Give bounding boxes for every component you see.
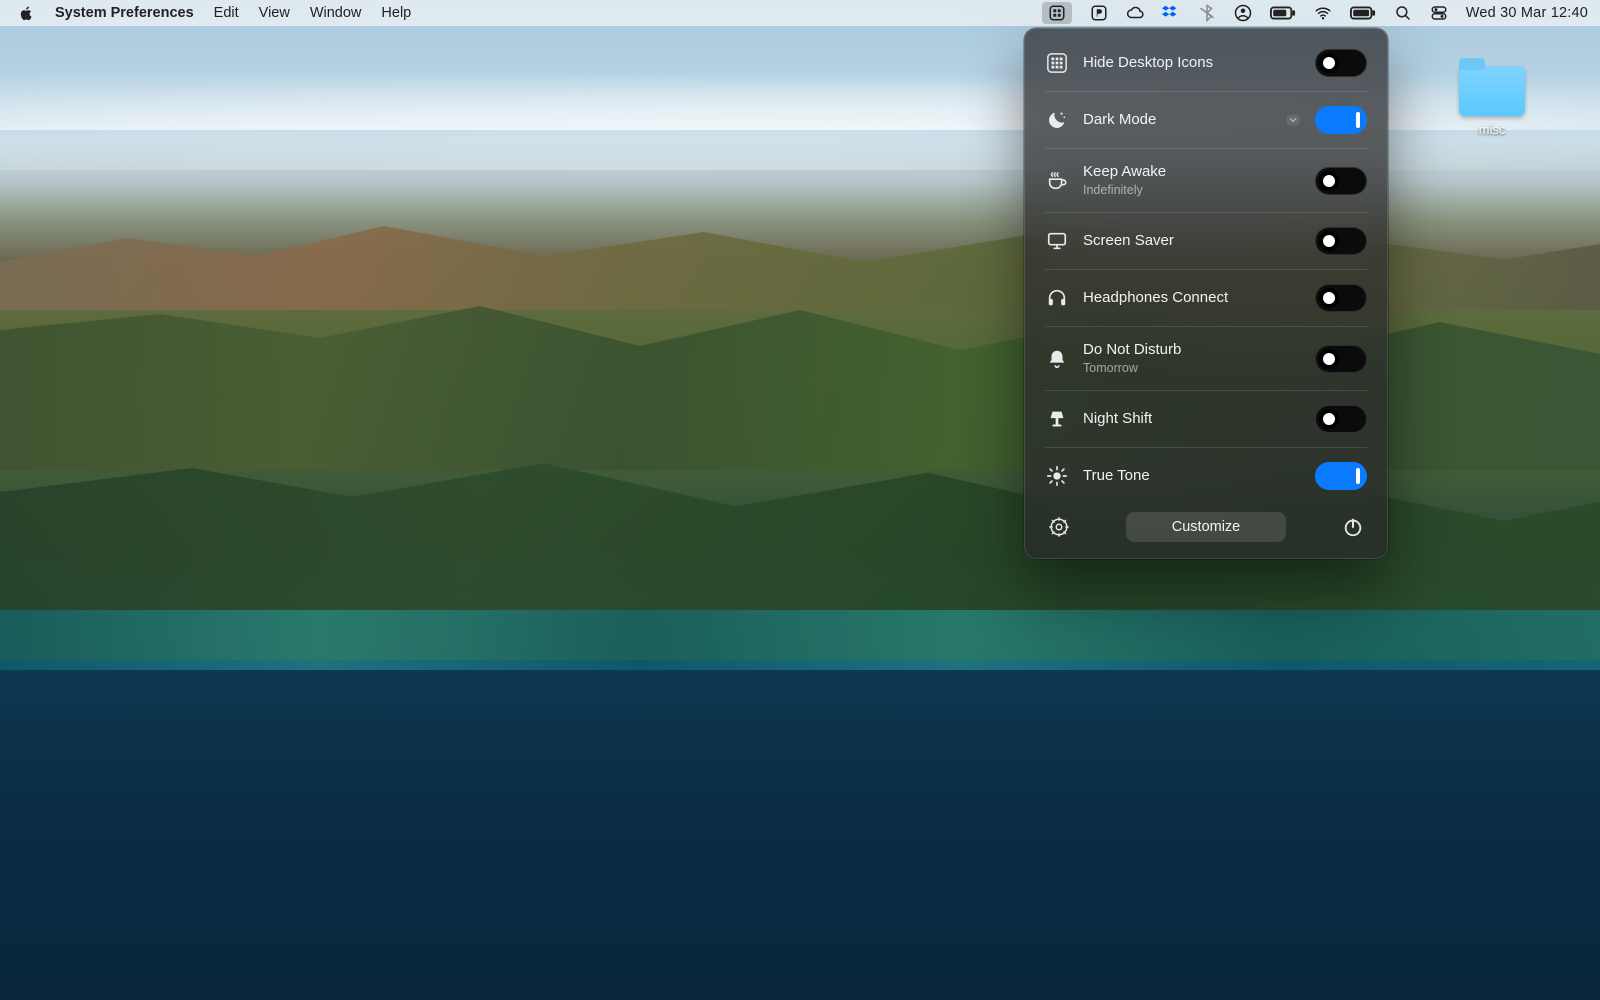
toggle-do-not-disturb[interactable] [1315,345,1367,373]
chevron-down-icon[interactable] [1285,112,1301,128]
menubar: System Preferences Edit View Window Help [0,0,1600,26]
row-label: Hide Desktop Icons [1083,54,1301,72]
status-user-icon[interactable] [1234,0,1252,26]
status-battery-menu-icon[interactable] [1270,0,1296,26]
folder-icon [1459,66,1525,116]
row-sublabel: Tomorrow [1083,361,1301,376]
toggle-headphones-connect[interactable] [1315,284,1367,312]
status-cloud-icon[interactable] [1126,0,1144,26]
row-sublabel: Indefinitely [1083,183,1301,198]
toggle-hide-desktop-icons[interactable] [1315,49,1367,77]
row-hide-desktop-icons[interactable]: Hide Desktop Icons [1025,35,1387,91]
grid-icon [1045,52,1069,74]
bell-icon [1045,348,1069,370]
row-keep-awake[interactable]: Keep Awake Indefinitely [1025,149,1387,212]
toggle-screen-saver[interactable] [1315,227,1367,255]
menubar-clock[interactable]: Wed 30 Mar 12:40 [1466,0,1588,26]
panel-settings-button[interactable] [1045,516,1073,538]
status-dropbox-icon[interactable] [1162,0,1180,26]
headphones-icon [1045,287,1069,309]
row-true-tone[interactable]: True Tone [1025,448,1387,504]
status-panel-app-icon[interactable] [1042,2,1072,24]
toggle-night-shift[interactable] [1315,405,1367,433]
row-label: Screen Saver [1083,232,1301,250]
status-battery-icon[interactable] [1350,0,1376,26]
toggle-dark-mode[interactable] [1315,106,1367,134]
row-night-shift[interactable]: Night Shift [1025,391,1387,447]
coffee-icon [1045,170,1069,192]
menu-app-name[interactable]: System Preferences [55,5,194,21]
menu-edit[interactable]: Edit [214,5,239,21]
status-wifi-icon[interactable] [1314,0,1332,26]
row-label: Dark Mode [1083,111,1271,129]
customize-button[interactable]: Customize [1126,512,1286,542]
row-dark-mode[interactable]: Dark Mode [1025,92,1387,148]
row-headphones-connect[interactable]: Headphones Connect [1025,270,1387,326]
monitor-icon [1045,230,1069,252]
desktop[interactable]: System Preferences Edit View Window Help [0,0,1600,1000]
desktop-folder-label: misc [1448,122,1536,137]
moon-icon [1045,109,1069,131]
row-label: Night Shift [1083,410,1301,428]
row-label: Headphones Connect [1083,289,1301,307]
status-spotlight-icon[interactable] [1394,0,1412,26]
toggle-true-tone[interactable] [1315,462,1367,490]
apple-menu[interactable] [18,5,35,22]
status-p-icon[interactable] [1090,0,1108,26]
menu-help[interactable]: Help [381,5,411,21]
toggle-keep-awake[interactable] [1315,167,1367,195]
menu-view[interactable]: View [259,5,290,21]
row-do-not-disturb[interactable]: Do Not Disturb Tomorrow [1025,327,1387,390]
row-screen-saver[interactable]: Screen Saver [1025,213,1387,269]
desktop-folder-misc[interactable]: misc [1448,66,1536,137]
row-label: Do Not Disturb [1083,341,1301,359]
lamp-icon [1045,408,1069,430]
status-control-center-icon[interactable] [1430,0,1448,26]
quick-settings-panel: Hide Desktop Icons Dark Mode Keep Awake … [1024,28,1388,559]
status-bluetooth-off-icon[interactable] [1198,0,1216,26]
row-label: Keep Awake [1083,163,1301,181]
row-label: True Tone [1083,467,1301,485]
sun-icon [1045,465,1069,487]
menu-window[interactable]: Window [310,5,362,21]
panel-power-button[interactable] [1339,516,1367,538]
